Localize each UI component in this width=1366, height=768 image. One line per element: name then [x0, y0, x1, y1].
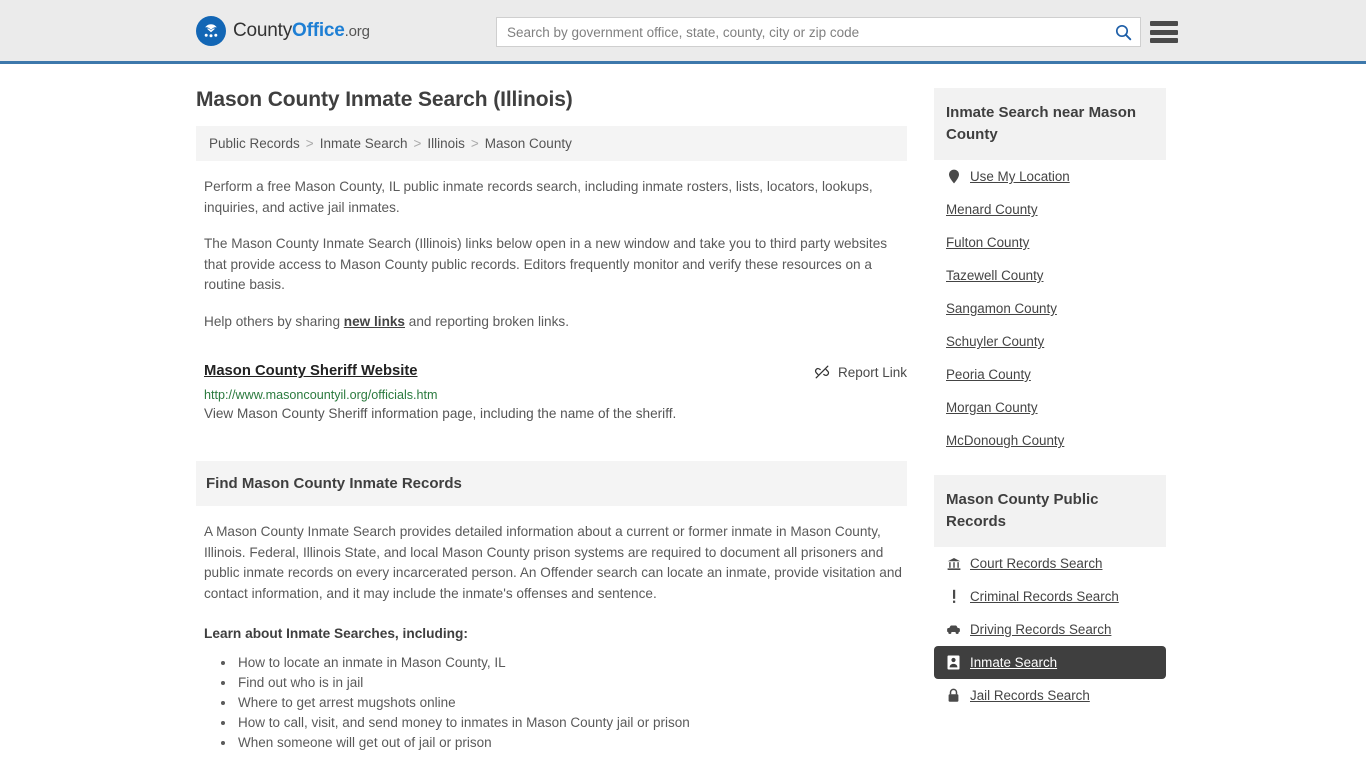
search-input[interactable] [497, 24, 1106, 40]
sheriff-website-description: View Mason County Sheriff information pa… [204, 406, 677, 421]
lock-icon [946, 688, 961, 703]
public-records-section-title: Mason County Public Records [934, 475, 1166, 547]
report-link-button[interactable]: Report Link [814, 364, 907, 380]
breadcrumb-item-mason-county[interactable]: Mason County [482, 136, 575, 151]
search-icon [1115, 24, 1132, 41]
sidebar-item-label: Menard County [946, 202, 1038, 217]
sidebar-item-label: Peoria County [946, 367, 1031, 382]
page-container: Mason County Inmate Search (Illinois) Pu… [0, 64, 1366, 753]
logo-text-office: Office [292, 19, 345, 41]
list-item: How to locate an inmate in Mason County,… [236, 653, 907, 673]
hamburger-menu-icon[interactable] [1150, 19, 1178, 45]
page-title: Mason County Inmate Search (Illinois) [196, 88, 573, 111]
breadcrumb-item-illinois[interactable]: Illinois [424, 136, 468, 151]
sidebar-item-peoria-county[interactable]: Peoria County [934, 358, 1166, 391]
intro-paragraph-1: Perform a free Mason County, IL public i… [204, 179, 873, 215]
sidebar-item-driving-records-search[interactable]: Driving Records Search [934, 613, 1166, 646]
sidebar-item-label: Sangamon County [946, 301, 1057, 316]
logo-text-county: County [233, 19, 293, 41]
intro-paragraph-2: The Mason County Inmate Search (Illinois… [204, 236, 888, 292]
courthouse-icon [946, 556, 961, 571]
learn-about-list: How to locate an inmate in Mason County,… [204, 653, 907, 753]
sidebar-item-jail-records-search[interactable]: Jail Records Search [934, 679, 1166, 712]
breadcrumb-item-public-records[interactable]: Public Records [206, 136, 303, 151]
breadcrumb-separator: > [470, 136, 479, 151]
menu-bar-1 [1150, 21, 1178, 26]
main-content: Mason County Inmate Search (Illinois) Pu… [196, 64, 907, 753]
sheriff-website-link[interactable]: Mason County Sheriff Website [204, 363, 417, 379]
sidebar-item-morgan-county[interactable]: Morgan County [934, 391, 1166, 424]
logo-text-org: .org [344, 22, 370, 40]
sheriff-website-url[interactable]: http://www.masoncountyil.org/officials.h… [204, 388, 907, 402]
site-logo-text: CountyOffice.org [233, 20, 370, 42]
sidebar-item-use-my-location[interactable]: Use My Location [934, 160, 1166, 193]
eagle-seal-icon [196, 15, 226, 46]
sidebar-item-label: McDonough County [946, 433, 1065, 448]
public-records-box: Mason County Public Records Court Record… [934, 475, 1166, 712]
nearby-inmate-search-box: Inmate Search near Mason County Use My L… [934, 88, 1166, 457]
sidebar-item-sangamon-county[interactable]: Sangamon County [934, 292, 1166, 325]
sidebar-item-inmate-search[interactable]: Inmate Search [934, 646, 1166, 679]
nearby-section-title: Inmate Search near Mason County [934, 88, 1166, 160]
sidebar-item-label: Use My Location [970, 169, 1070, 184]
sidebar-item-mcdonough-county[interactable]: McDonough County [934, 424, 1166, 457]
menu-bar-2 [1150, 29, 1178, 35]
id-card-icon [946, 655, 961, 670]
learn-about-heading: Learn about Inmate Searches, including: [204, 626, 468, 641]
breadcrumb: Public Records > Inmate Search > Illinoi… [196, 126, 907, 161]
sidebar-item-label: Fulton County [946, 235, 1030, 250]
sidebar-item-label: Driving Records Search [970, 622, 1112, 637]
sidebar-item-label: Inmate Search [970, 655, 1058, 670]
sidebar-item-label: Morgan County [946, 400, 1038, 415]
list-item: When someone will get out of jail or pri… [236, 733, 907, 753]
sidebar-item-label: Jail Records Search [970, 688, 1090, 703]
breadcrumb-item-inmate-search[interactable]: Inmate Search [317, 136, 411, 151]
public-records-links-list: Court Records Search Criminal Records Se… [934, 547, 1166, 712]
sidebar-item-menard-county[interactable]: Menard County [934, 193, 1166, 226]
intro-paragraph-3: Help others by sharing new links and rep… [204, 312, 907, 333]
share-text-post: and reporting broken links. [405, 313, 569, 329]
sidebar-item-schuyler-county[interactable]: Schuyler County [934, 325, 1166, 358]
share-text-pre: Help others by sharing [204, 313, 344, 329]
find-records-body: A Mason County Inmate Search provides de… [204, 524, 902, 601]
sidebar-item-fulton-county[interactable]: Fulton County [934, 226, 1166, 259]
car-icon [946, 622, 961, 637]
report-link-label: Report Link [837, 364, 907, 380]
new-links-link[interactable]: new links [344, 314, 405, 329]
menu-bar-3 [1150, 38, 1178, 43]
exclamation-icon [946, 589, 961, 604]
search-button[interactable] [1106, 18, 1140, 46]
sidebar: Inmate Search near Mason County Use My L… [934, 64, 1166, 712]
site-logo[interactable]: CountyOffice.org [196, 15, 370, 46]
sidebar-item-label: Schuyler County [946, 334, 1045, 349]
sidebar-item-label: Criminal Records Search [970, 589, 1119, 604]
breadcrumb-separator: > [413, 136, 422, 151]
resource-link-block: Mason County Sheriff Website Report Link… [204, 362, 907, 421]
sidebar-item-label: Tazewell County [946, 268, 1044, 283]
list-item: Find out who is in jail [236, 673, 907, 693]
find-records-section-header: Find Mason County Inmate Records [196, 461, 907, 506]
list-item: How to call, visit, and send money to in… [236, 713, 907, 733]
sidebar-item-criminal-records-search[interactable]: Criminal Records Search [934, 580, 1166, 613]
list-item: Where to get arrest mugshots online [236, 693, 907, 713]
nearby-links-list: Use My Location Menard County Fulton Cou… [934, 160, 1166, 457]
broken-link-icon [814, 364, 830, 380]
sidebar-item-court-records-search[interactable]: Court Records Search [934, 547, 1166, 580]
map-pin-icon [946, 169, 961, 184]
breadcrumb-separator: > [305, 136, 314, 151]
search-bar[interactable] [496, 17, 1141, 47]
sidebar-item-label: Court Records Search [970, 556, 1103, 571]
site-header: CountyOffice.org [0, 0, 1366, 64]
sidebar-item-tazewell-county[interactable]: Tazewell County [934, 259, 1166, 292]
